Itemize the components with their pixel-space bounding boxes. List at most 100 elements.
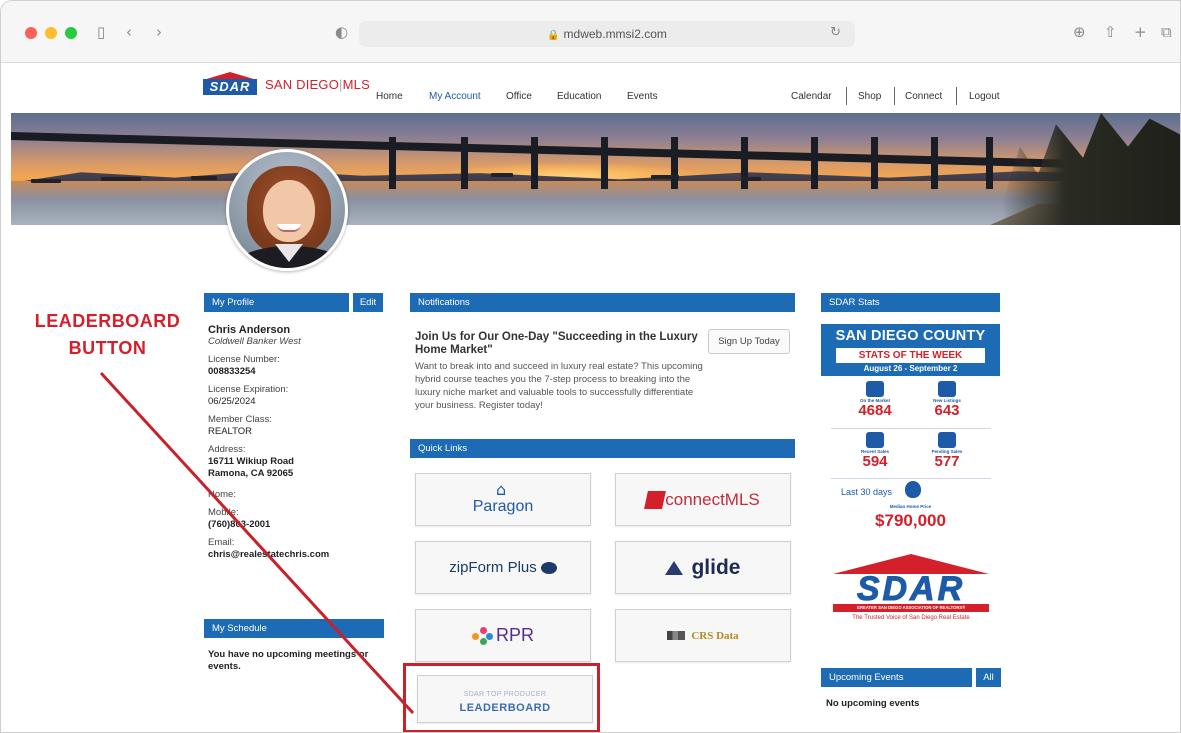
stat-value: 577 — [934, 453, 960, 470]
boat — [101, 177, 141, 181]
tabs-icon[interactable]: ⧉ — [1161, 23, 1172, 41]
sdar-logo[interactable]: SDAR GREATER SAN DIEGO ASSOCIATION OF RE… — [833, 554, 989, 626]
all-events-button[interactable]: All — [974, 668, 1001, 687]
stat-recent-sales: Recent Sales 594 — [845, 432, 905, 469]
nav-connect[interactable]: Connect — [905, 91, 942, 102]
privacy-icon[interactable]: ◐ — [335, 23, 348, 41]
download-icon[interactable]: ⊕ — [1073, 23, 1086, 41]
address-bar[interactable]: 🔒 mdweb.mmsi2.com ↻ — [359, 21, 855, 47]
profile-avatar[interactable] — [226, 149, 348, 271]
license-number: 008833254 — [208, 366, 256, 377]
connectmls-link[interactable]: connectMLS — [615, 473, 791, 526]
nav-education[interactable]: Education — [557, 91, 601, 102]
license-number-label: License Number: — [208, 354, 280, 365]
annotation-line-2: BUTTON — [68, 338, 147, 358]
address-line1: 16711 Wikiup Road — [208, 456, 294, 467]
nav-calendar[interactable]: Calendar — [791, 91, 832, 102]
stat-new-listings: New Listings 643 — [917, 381, 977, 418]
crs-data-link[interactable]: CRS Data — [615, 609, 791, 662]
share-icon[interactable]: ⇧ — [1104, 23, 1117, 41]
quick-links-header: Quick Links — [410, 439, 795, 458]
license-expiration: 06/25/2024 — [208, 396, 256, 407]
member-class: REALTOR — [208, 426, 252, 437]
nav-my-account[interactable]: My Account — [429, 91, 481, 102]
upcoming-events-empty: No upcoming events — [826, 698, 920, 709]
stat-value: 4684 — [858, 402, 892, 419]
zipform-label: zipForm Plus — [449, 559, 537, 576]
money-bag-icon — [905, 481, 921, 498]
notification-body: Want to break into and succeed in luxury… — [415, 361, 703, 411]
nav-events[interactable]: Events — [627, 91, 658, 102]
annotation-label: LEADERBOARD BUTTON — [15, 308, 200, 362]
close-window-button[interactable] — [25, 27, 37, 39]
sidebar-icon[interactable]: ▯ — [97, 23, 105, 41]
back-icon[interactable]: ‹ — [126, 23, 132, 41]
my-profile-header: My Profile — [204, 293, 349, 312]
sdar-band: GREATER SAN DIEGO ASSOCIATION OF REALTOR… — [833, 604, 989, 612]
zipform-plus-link[interactable]: zipForm Plus — [415, 541, 591, 594]
median-price-label: Median Home Price — [889, 504, 932, 509]
stats-last-30-days: Last 30 days — [841, 487, 893, 497]
upcoming-events-header: Upcoming Events — [821, 668, 972, 687]
bridge-pillar — [671, 137, 678, 189]
minimize-window-button[interactable] — [45, 27, 57, 39]
brand-name[interactable]: SAN DIEGO|MLS — [265, 77, 370, 92]
banner-trees — [1002, 113, 1180, 225]
paragon-link[interactable]: ⌂ Paragon — [415, 473, 591, 526]
profile-name: Chris Anderson — [208, 324, 291, 336]
email-label: Email: — [208, 537, 235, 548]
boat — [31, 179, 61, 183]
edit-profile-button[interactable]: Edit — [351, 293, 383, 312]
my-schedule-header: My Schedule — [204, 619, 384, 638]
bridge-pillar — [986, 137, 993, 189]
bridge-pillar — [389, 137, 396, 189]
median-home-price: $790,000 — [875, 511, 946, 530]
zoom-window-button[interactable] — [65, 27, 77, 39]
nav-logout[interactable]: Logout — [969, 91, 1000, 102]
sdar-logo-small[interactable]: SDAR — [203, 72, 257, 98]
rpr-label: RPR — [495, 625, 534, 645]
bridge-pillar — [531, 137, 538, 189]
sdar-wordmark: SDAR — [856, 570, 966, 608]
zipform-icon — [540, 561, 557, 574]
license-expiration-label: License Expiration: — [208, 384, 289, 395]
bridge-pillar — [871, 137, 878, 189]
email-address[interactable]: chris@realestatechris.com — [208, 549, 384, 561]
new-listing-icon — [938, 381, 956, 397]
nav-shop[interactable]: Shop — [858, 91, 881, 102]
stat-value: 643 — [934, 402, 960, 419]
boat — [651, 175, 679, 179]
sign-up-today-button[interactable]: Sign Up Today — [708, 329, 790, 354]
nav-home[interactable]: Home — [376, 91, 403, 102]
house-icon — [866, 381, 884, 397]
pending-icon — [938, 432, 956, 448]
lock-icon: 🔒 — [547, 30, 560, 41]
mobile-phone: (760)803-2001 — [208, 519, 271, 530]
new-tab-icon[interactable]: + — [1134, 23, 1147, 41]
glide-link[interactable]: glide — [615, 541, 791, 594]
avatar-face — [263, 180, 315, 242]
forward-icon[interactable]: › — [156, 23, 162, 41]
glide-label: glide — [691, 555, 741, 579]
address-line2: Ramona, CA 92065 — [208, 468, 294, 479]
schedule-empty-text: You have no upcoming meetings or events. — [208, 649, 369, 672]
nav-office[interactable]: Office — [506, 91, 532, 102]
paragon-label: Paragon — [472, 497, 534, 515]
sdar-tagline: The Trusted Voice of San Diego Real Esta… — [852, 615, 970, 621]
brand-left: SAN DIEGO — [265, 77, 340, 92]
stats-week: STATS OF THE WEEK — [836, 348, 985, 363]
brand-right: MLS — [342, 77, 370, 92]
nav-divider — [894, 87, 895, 105]
rpr-link[interactable]: RPR — [415, 609, 591, 662]
browser-window: ▯ ‹ › ◐ 🔒 mdweb.mmsi2.com ↻ ⊕ ⇧ + ⧉ SDAR … — [0, 0, 1181, 733]
reload-icon[interactable]: ↻ — [830, 25, 841, 40]
sold-icon — [866, 432, 884, 448]
profile-company: Coldwell Banker West — [208, 336, 301, 347]
browser-toolbar: ▯ ‹ › ◐ 🔒 mdweb.mmsi2.com ↻ ⊕ ⇧ + ⧉ — [1, 1, 1180, 63]
header-banner-image — [11, 113, 1180, 225]
stats-of-the-week-card[interactable]: SAN DIEGO COUNTY STATS OF THE WEEK Augus… — [821, 324, 1000, 531]
notifications-header: Notifications — [410, 293, 795, 312]
bridge-pillar — [811, 137, 818, 189]
stat-value: 594 — [862, 453, 888, 470]
bridge-pillar — [931, 137, 938, 189]
